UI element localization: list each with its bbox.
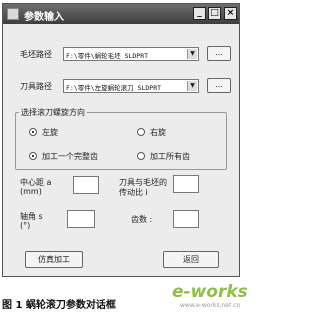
left-hand-label: 左旋 <box>42 128 58 137</box>
teeth-count-label: 齿数 : <box>131 215 153 224</box>
direction-group-title: 选择滚刀螺旋方向 <box>19 107 87 118</box>
maximize-button[interactable]: □ <box>208 7 221 20</box>
app-icon <box>7 8 19 20</box>
blank-path-combo[interactable]: F:\零件\蜗轮毛坯 SLDPRT ▼ <box>63 47 199 61</box>
tool-path-combo[interactable]: F:\零件\左旋蜗轮滚刀 SLDPRT ▼ <box>63 79 199 93</box>
right-hand-radio[interactable] <box>137 128 145 136</box>
tool-path-browse-button[interactable]: ... <box>207 78 231 93</box>
title-bar[interactable]: 参数输入 _ □ × <box>3 4 239 24</box>
left-hand-radio[interactable] <box>29 128 37 136</box>
teeth-count-input[interactable] <box>173 210 199 228</box>
minimize-button[interactable]: _ <box>193 7 206 20</box>
ratio-input[interactable] <box>173 175 199 193</box>
axis-angle-input[interactable] <box>67 210 95 228</box>
chevron-down-icon[interactable]: ▼ <box>187 81 197 91</box>
one-tooth-label: 加工一个完整齿 <box>42 152 98 161</box>
watermark-url: www.e-works.net.cn <box>180 302 241 309</box>
ratio-label-line2: 传动比 i <box>119 188 148 197</box>
blank-path-value: F:\零件\蜗轮毛坯 SLDPRT <box>66 52 149 60</box>
watermark-logo: e-works <box>172 282 248 302</box>
blank-path-label: 毛坯路径 <box>20 50 52 59</box>
figure-caption: 图 1 蜗轮滚刀参数对话框 <box>2 300 116 311</box>
close-button[interactable]: × <box>224 7 237 20</box>
blank-path-browse-button[interactable]: ... <box>207 46 231 61</box>
parameter-dialog: 参数输入 _ □ × 毛坯路径 F:\零件\蜗轮毛坯 SLDPRT ▼ ... … <box>2 3 240 277</box>
chevron-down-icon[interactable]: ▼ <box>187 49 197 59</box>
tool-path-label: 刀具路径 <box>20 82 52 91</box>
center-distance-input[interactable] <box>73 176 99 194</box>
all-teeth-label: 加工所有齿 <box>150 152 190 161</box>
window-title: 参数输入 <box>24 12 64 23</box>
tool-path-value: F:\零件\左旋蜗轮滚刀 SLDPRT <box>66 84 162 92</box>
axis-angle-unit: (°) <box>20 221 31 230</box>
all-teeth-radio[interactable] <box>137 152 145 160</box>
right-hand-label: 右旋 <box>150 128 166 137</box>
simulate-button[interactable]: 仿真加工 <box>25 251 83 268</box>
one-tooth-radio[interactable] <box>29 152 37 160</box>
back-button[interactable]: 返回 <box>163 251 219 268</box>
center-distance-unit: (mm) <box>20 187 42 196</box>
